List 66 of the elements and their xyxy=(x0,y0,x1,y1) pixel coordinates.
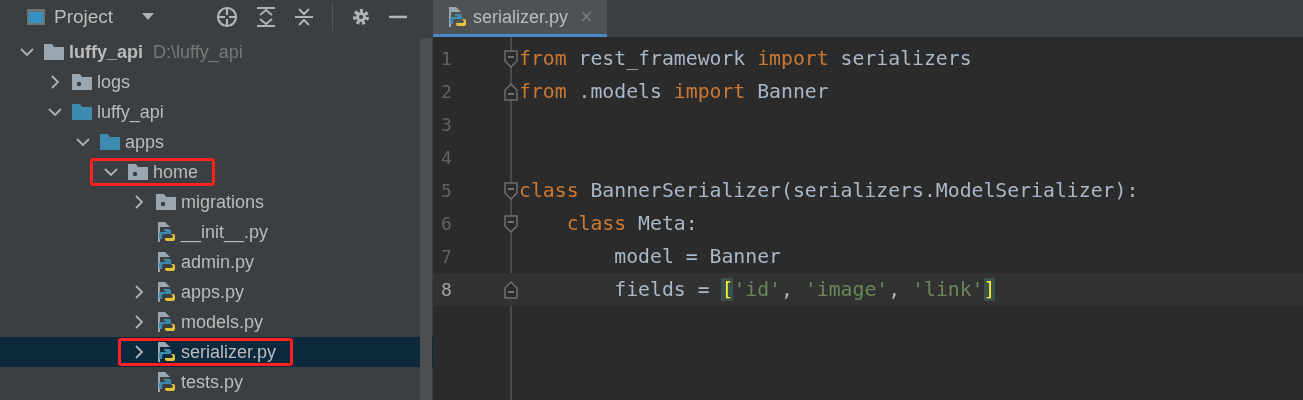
code-line: from .models import Banner xyxy=(519,78,829,105)
code-line: from rest_framework import serializers xyxy=(519,45,972,72)
fold-marker-icon[interactable] xyxy=(503,213,519,234)
line-number: 3 xyxy=(440,113,453,137)
folder-icon xyxy=(155,193,177,211)
tree-item-label[interactable]: models.py xyxy=(181,308,264,336)
chevron-down-icon[interactable] xyxy=(48,107,62,117)
line-number: 8 xyxy=(440,278,453,302)
editor-tab[interactable]: serializer.py × xyxy=(433,0,607,37)
fold-marker-icon[interactable] xyxy=(503,180,519,201)
python-file-icon xyxy=(156,341,176,363)
python-file-icon xyxy=(156,221,176,243)
panel-title: Project xyxy=(54,4,114,29)
tree-item-label[interactable]: admin.py xyxy=(181,248,255,276)
tree-item-label[interactable]: migrations xyxy=(181,188,265,216)
minimize-icon[interactable] xyxy=(389,15,407,19)
tree-item-label[interactable]: home xyxy=(153,158,199,186)
chevron-down-icon[interactable] xyxy=(76,137,90,147)
tree-item-label[interactable]: logs xyxy=(97,68,131,96)
code-line: fields = ['id', 'image', 'link'] xyxy=(613,276,996,303)
tree-item-label[interactable]: apps.py xyxy=(181,278,245,306)
python-file-icon xyxy=(156,311,176,333)
folder-icon xyxy=(71,103,93,121)
folder-icon xyxy=(43,43,65,61)
tree-item-label[interactable]: luffy_api xyxy=(97,98,164,126)
chevron-down-icon[interactable] xyxy=(20,47,34,57)
folder-icon xyxy=(127,163,149,181)
line-number: 4 xyxy=(440,146,453,170)
path-hint: D:\luffy_api xyxy=(153,40,243,65)
caret-icon[interactable] xyxy=(141,12,156,22)
scrollbar[interactable] xyxy=(420,38,432,400)
tree-item-label[interactable]: apps xyxy=(125,128,165,156)
chevron-right-icon[interactable] xyxy=(134,285,144,299)
chevron-right-icon[interactable] xyxy=(50,75,60,89)
settings-icon[interactable] xyxy=(351,7,371,27)
python-file-icon xyxy=(156,281,176,303)
tab-label: serializer.py xyxy=(473,5,569,29)
chevron-right-icon[interactable] xyxy=(134,195,144,209)
tree-item-label[interactable]: luffy_api xyxy=(69,38,143,66)
python-file-icon xyxy=(156,251,176,273)
expand-all-icon[interactable] xyxy=(256,6,276,28)
line-number: 6 xyxy=(440,212,453,236)
selected-row[interactable]: serializer.py xyxy=(0,337,433,367)
tree-item-label[interactable]: tests.py xyxy=(181,368,244,396)
line-number: 2 xyxy=(440,80,453,104)
folder-icon xyxy=(99,133,121,151)
line-number: 1 xyxy=(440,47,453,71)
fold-marker-icon[interactable] xyxy=(503,279,519,300)
line-number: 7 xyxy=(440,245,453,269)
code-line: class BannerSerializer(serializers.ModelSerializer): xyxy=(519,177,1139,204)
python-file-icon xyxy=(156,371,176,393)
chevron-right-icon[interactable] xyxy=(134,315,144,329)
window-icon xyxy=(26,8,46,26)
fold-marker-icon[interactable] xyxy=(503,81,519,102)
tree-item-label[interactable]: __init__.py xyxy=(181,218,269,246)
folder-icon xyxy=(71,73,93,91)
code-line: class Meta: xyxy=(565,210,698,237)
chevron-down-icon[interactable] xyxy=(104,167,118,177)
chevron-right-icon[interactable] xyxy=(134,345,144,359)
tree-item-label[interactable]: serializer.py xyxy=(181,338,277,366)
line-number: 5 xyxy=(440,179,453,203)
collapse-all-icon[interactable] xyxy=(294,6,314,28)
crosshair-icon[interactable] xyxy=(216,6,238,28)
fold-marker-icon[interactable] xyxy=(503,48,519,69)
python-file-icon xyxy=(447,6,467,28)
code-line: model = Banner xyxy=(613,243,781,270)
